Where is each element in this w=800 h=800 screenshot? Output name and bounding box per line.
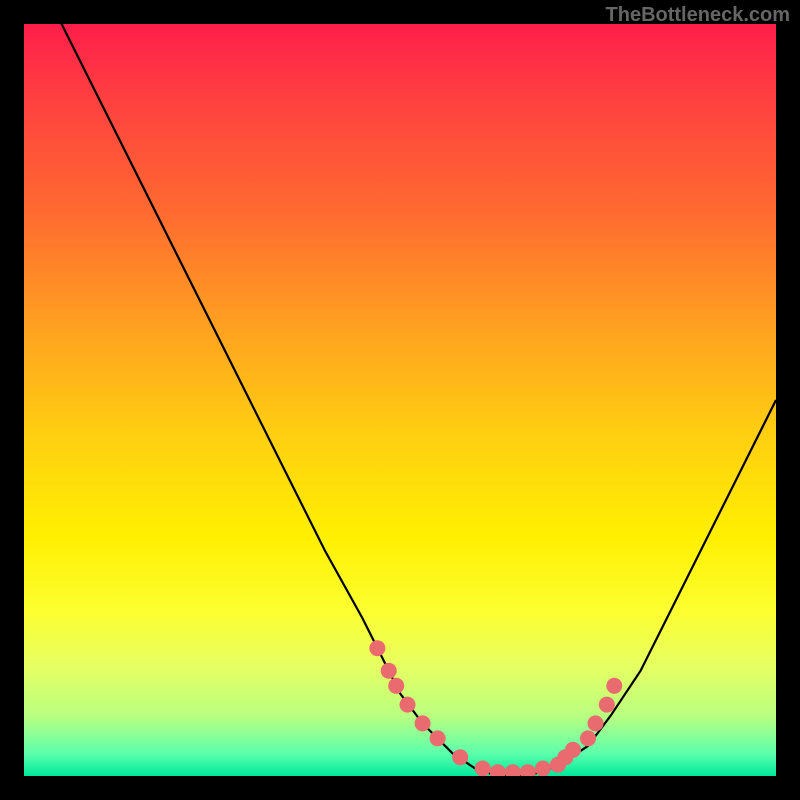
chart-svg — [24, 24, 776, 776]
data-point — [430, 730, 446, 746]
data-point — [535, 761, 551, 777]
data-point — [490, 764, 506, 776]
data-point — [588, 715, 604, 731]
data-point — [452, 749, 468, 765]
plot-area — [24, 24, 776, 776]
data-point — [606, 678, 622, 694]
data-point — [415, 715, 431, 731]
data-point — [400, 697, 416, 713]
data-point — [580, 730, 596, 746]
data-point — [475, 761, 491, 777]
data-point — [505, 764, 521, 776]
data-point — [388, 678, 404, 694]
marker-group — [369, 640, 622, 776]
data-point — [565, 742, 581, 758]
data-point — [599, 697, 615, 713]
curve-line — [62, 24, 776, 776]
watermark-text: TheBottleneck.com — [606, 4, 790, 27]
data-point — [520, 764, 536, 776]
data-point — [369, 640, 385, 656]
data-point — [381, 663, 397, 679]
